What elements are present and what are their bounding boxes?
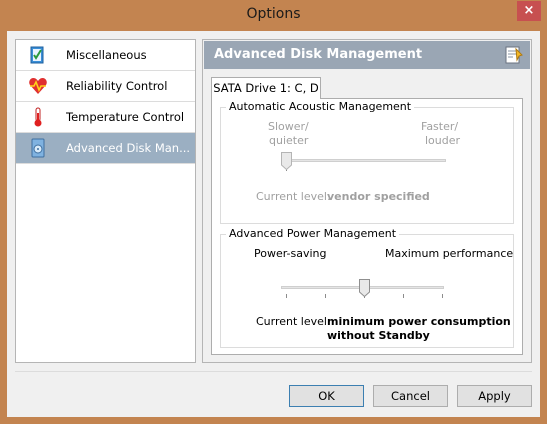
miscellaneous-icon bbox=[30, 46, 44, 64]
panel-title: Advanced Disk Management bbox=[214, 47, 423, 62]
heart-pulse-icon bbox=[29, 78, 47, 94]
power-management-group: Advanced Power Management Power-saving M… bbox=[220, 227, 514, 348]
advanced-disk-management-panel: Advanced Disk Management SATA Drive 1: C… bbox=[202, 39, 532, 363]
thermometer-icon bbox=[34, 107, 42, 127]
button-separator bbox=[15, 371, 532, 372]
options-window: Options × Miscellaneous Reliability Cont… bbox=[0, 0, 547, 424]
aam-quieter-label: quieter bbox=[269, 134, 309, 147]
apm-slider-tick bbox=[325, 294, 326, 298]
tab-label: SATA Drive 1: C, D bbox=[213, 81, 319, 95]
apm-power-saving-label: Power-saving bbox=[254, 247, 327, 260]
acoustic-management-title: Automatic Acoustic Management bbox=[226, 100, 415, 113]
aam-louder-label: louder bbox=[425, 134, 461, 147]
close-button[interactable]: × bbox=[517, 1, 541, 21]
sidebar-item-reliability-control[interactable]: Reliability Control bbox=[16, 71, 195, 102]
tab-content: Automatic Acoustic Management Slower/ qu… bbox=[211, 98, 523, 355]
sidebar-item-label: Advanced Disk Man... bbox=[66, 141, 191, 155]
apm-current-level-label: Current level: bbox=[256, 315, 331, 328]
sidebar-item-label: Temperature Control bbox=[66, 110, 185, 124]
panel-header: Advanced Disk Management bbox=[204, 41, 530, 69]
sidebar-item-advanced-disk-management[interactable]: Advanced Disk Man... bbox=[16, 133, 195, 164]
aam-slider-track bbox=[281, 159, 446, 162]
help-document-icon[interactable] bbox=[504, 45, 524, 65]
aam-current-level-value: vendor specified bbox=[327, 190, 430, 203]
sidebar-item-label: Miscellaneous bbox=[66, 48, 147, 62]
ok-button[interactable]: OK bbox=[289, 385, 364, 407]
tab-sata-drive-1[interactable]: SATA Drive 1: C, D bbox=[211, 77, 321, 99]
apm-slider-tick bbox=[442, 294, 443, 298]
aam-slower-label: Slower/ bbox=[268, 120, 309, 133]
apm-current-level-value-continued: without Standby bbox=[327, 329, 430, 342]
aam-slider-thumb[interactable] bbox=[281, 152, 292, 170]
apm-slider-tick bbox=[403, 294, 404, 298]
apm-slider-thumb[interactable] bbox=[359, 279, 370, 297]
power-management-title: Advanced Power Management bbox=[226, 227, 400, 240]
dialog-client-area: Miscellaneous Reliability Control Temper… bbox=[7, 31, 540, 417]
cancel-button[interactable]: Cancel bbox=[373, 385, 448, 407]
apm-maximum-performance-label: Maximum performance bbox=[385, 247, 514, 260]
sidebar-item-label: Reliability Control bbox=[66, 79, 168, 93]
acoustic-management-group: Automatic Acoustic Management Slower/ qu… bbox=[220, 100, 514, 224]
window-title: Options bbox=[246, 6, 301, 22]
apm-current-level-value: minimum power consumption bbox=[327, 315, 511, 328]
sidebar-item-temperature-control[interactable]: Temperature Control bbox=[16, 102, 195, 133]
disk-icon bbox=[31, 138, 45, 158]
apply-button[interactable]: Apply bbox=[457, 385, 532, 407]
title-bar[interactable]: Options × bbox=[0, 0, 547, 31]
sidebar-item-miscellaneous[interactable]: Miscellaneous bbox=[16, 40, 195, 71]
category-list: Miscellaneous Reliability Control Temper… bbox=[15, 39, 196, 363]
apm-slider-tick bbox=[286, 294, 287, 298]
aam-current-level-label: Current level: bbox=[256, 190, 331, 203]
aam-faster-label: Faster/ bbox=[421, 120, 459, 133]
